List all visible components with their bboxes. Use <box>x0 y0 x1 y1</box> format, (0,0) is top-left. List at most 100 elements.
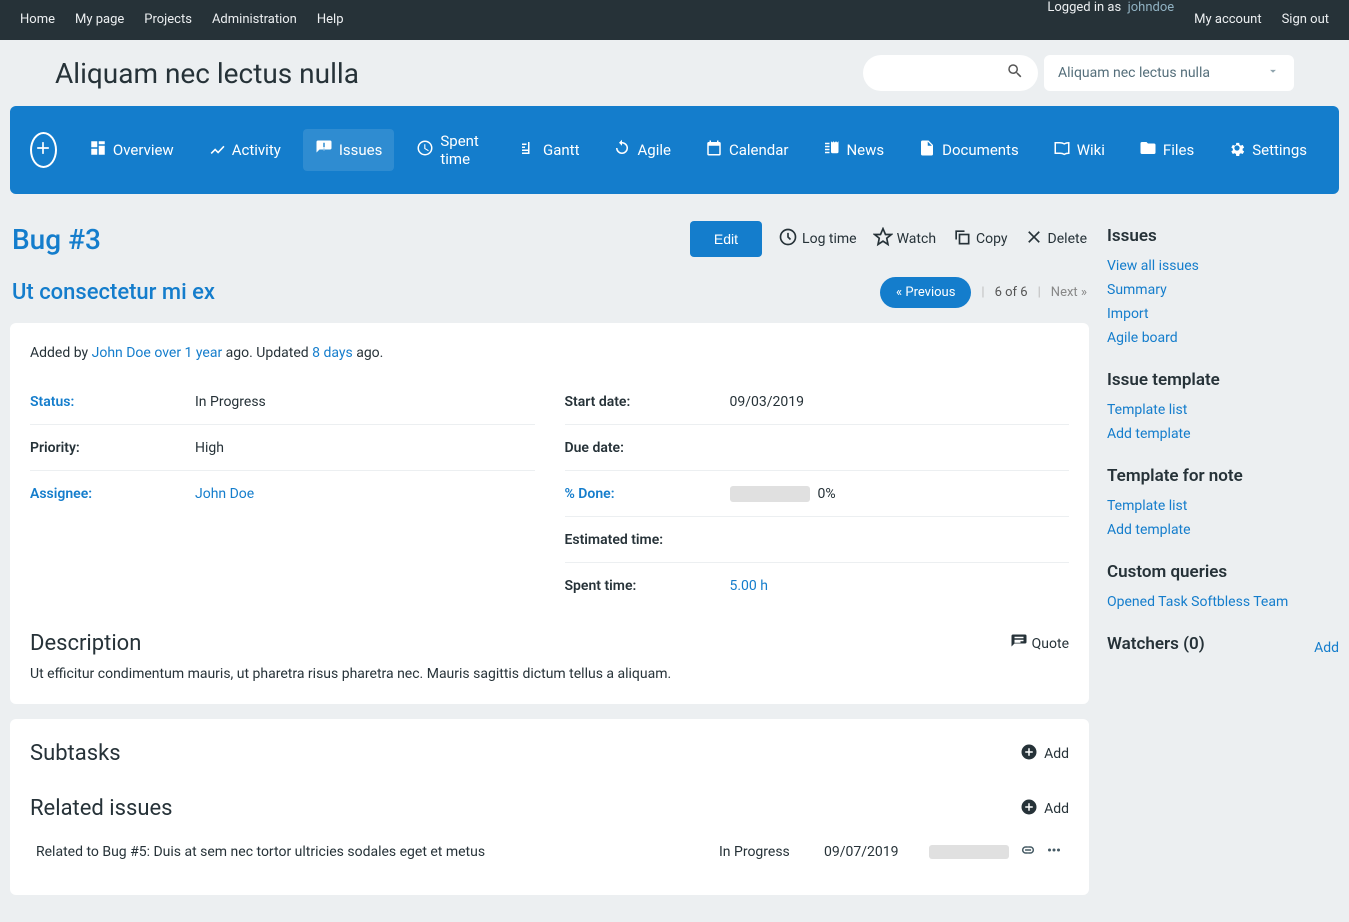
related-issue-status: In Progress <box>719 844 814 860</box>
sidebar-custom-queries-heading: Custom queries <box>1107 562 1339 582</box>
pct-done-label[interactable]: % Done: <box>565 486 730 502</box>
description-heading: Description <box>30 631 141 656</box>
top-nav-left: Home My page Projects Administration Hel… <box>10 0 354 40</box>
sidebar-add-watcher[interactable]: Add <box>1314 636 1339 660</box>
related-issue-row: Related to Bug #5: Duis at sem nec torto… <box>30 831 1069 873</box>
close-icon <box>1024 227 1044 251</box>
related-issue-date: 09/07/2019 <box>824 844 919 860</box>
tab-spent-time[interactable]: Spent time <box>404 122 497 178</box>
sidebar-note-add-template[interactable]: Add template <box>1107 518 1339 542</box>
tab-label: Activity <box>232 141 281 159</box>
nav-home[interactable]: Home <box>10 0 65 40</box>
activity-icon <box>208 139 226 161</box>
sidebar-custom-query-0[interactable]: Opened Task Softbless Team <box>1107 590 1339 614</box>
link-icon[interactable] <box>1019 841 1037 863</box>
sidebar-template-heading: Issue template <box>1107 370 1339 390</box>
copy-link[interactable]: Copy <box>952 227 1008 251</box>
spent-time-link[interactable]: 5.00 h <box>730 578 768 594</box>
project-selector[interactable]: Aliquam nec lectus nulla <box>1044 55 1294 91</box>
more-icon[interactable] <box>1045 841 1063 863</box>
sidebar-add-template[interactable]: Add template <box>1107 422 1339 446</box>
nav-my-account[interactable]: My account <box>1184 0 1271 40</box>
progress-bar <box>730 486 810 502</box>
tab-label: Spent time <box>440 132 485 168</box>
logged-in-text: Logged in as johndoe <box>1047 0 1174 40</box>
updated-link[interactable]: 8 days <box>312 345 353 361</box>
sidebar: Issues View all issues Summary Import Ag… <box>1107 206 1339 910</box>
sidebar-agile-board[interactable]: Agile board <box>1107 326 1339 350</box>
tab-overview[interactable]: Overview <box>77 129 186 171</box>
issue-details-card: Added by John Doe over 1 year ago. Updat… <box>10 323 1089 704</box>
search-input[interactable] <box>863 55 1038 91</box>
pagination-separator: | <box>1038 285 1041 300</box>
sidebar-note-template-heading: Template for note <box>1107 466 1339 486</box>
sidebar-view-all-issues[interactable]: View all issues <box>1107 254 1339 278</box>
tab-documents[interactable]: Documents <box>906 129 1031 171</box>
new-item-button[interactable] <box>30 132 57 168</box>
tab-wiki[interactable]: Wiki <box>1041 129 1117 171</box>
next-page-button[interactable]: Next » <box>1051 285 1087 300</box>
prev-page-button[interactable]: « Previous <box>880 277 971 308</box>
watch-link[interactable]: Watch <box>873 227 936 251</box>
sidebar-summary[interactable]: Summary <box>1107 278 1339 302</box>
tab-files[interactable]: Files <box>1127 129 1206 171</box>
subtasks-heading: Subtasks <box>30 741 121 766</box>
tab-label: Overview <box>113 141 174 159</box>
related-issue-title[interactable]: Related to Bug #5: Duis at sem nec torto… <box>36 844 709 860</box>
subtasks-card: Subtasks Add Related issues Add Related … <box>10 719 1089 895</box>
log-time-link[interactable]: Log time <box>778 227 857 251</box>
author-link[interactable]: John Doe <box>92 345 151 361</box>
tab-label: Gantt <box>543 141 579 159</box>
tab-issues[interactable]: Issues <box>303 129 395 171</box>
tab-calendar[interactable]: Calendar <box>693 129 801 171</box>
nav-sign-out[interactable]: Sign out <box>1272 0 1339 40</box>
status-label[interactable]: Status: <box>30 394 195 410</box>
tab-agile[interactable]: Agile <box>601 129 682 171</box>
quote-button[interactable]: Quote <box>1010 633 1069 655</box>
pagination-separator: | <box>981 285 984 300</box>
nav-mypage[interactable]: My page <box>65 0 134 40</box>
sidebar-template-list[interactable]: Template list <box>1107 398 1339 422</box>
tab-news[interactable]: News <box>810 129 896 171</box>
edit-button[interactable]: Edit <box>690 221 762 257</box>
tab-activity[interactable]: Activity <box>196 129 293 171</box>
assignee-label[interactable]: Assignee: <box>30 486 195 502</box>
assignee-link[interactable]: John Doe <box>195 486 254 502</box>
dashboard-icon <box>89 139 107 161</box>
add-circle-icon <box>1020 798 1038 820</box>
issue-subject: Ut consectetur mi ex <box>12 280 215 305</box>
created-link[interactable]: over 1 year <box>154 345 222 361</box>
nav-admin[interactable]: Administration <box>202 0 307 40</box>
folder-icon <box>1139 139 1157 161</box>
delete-link[interactable]: Delete <box>1024 227 1087 251</box>
nav-help[interactable]: Help <box>307 0 354 40</box>
tab-label: Wiki <box>1077 141 1105 159</box>
tab-gantt[interactable]: Gantt <box>507 129 591 171</box>
tab-label: News <box>846 141 884 159</box>
due-date-label: Due date: <box>565 440 730 456</box>
sidebar-issues-heading: Issues <box>1107 226 1339 246</box>
header-bar: Aliquam nec lectus nulla Aliquam nec lec… <box>0 40 1349 106</box>
tab-settings[interactable]: Settings <box>1216 129 1319 171</box>
sidebar-note-template-list[interactable]: Template list <box>1107 494 1339 518</box>
chevron-down-icon <box>1266 64 1280 82</box>
add-subtask-button[interactable]: Add <box>1020 743 1069 765</box>
agile-icon <box>613 139 631 161</box>
start-date-label: Start date: <box>565 394 730 410</box>
add-related-button[interactable]: Add <box>1020 798 1069 820</box>
top-bar: Home My page Projects Administration Hel… <box>0 0 1349 40</box>
news-icon <box>822 139 840 161</box>
tab-label: Agile <box>637 141 670 159</box>
gear-icon <box>1228 139 1246 161</box>
username-link[interactable]: johndoe <box>1128 0 1175 15</box>
issues-icon <box>315 139 333 161</box>
top-nav-right: Logged in as johndoe My account Sign out <box>1047 0 1339 40</box>
nav-projects[interactable]: Projects <box>134 0 202 40</box>
wiki-icon <box>1053 139 1071 161</box>
star-icon <box>873 227 893 251</box>
tab-label: Issues <box>339 141 383 159</box>
sidebar-import[interactable]: Import <box>1107 302 1339 326</box>
pagination: « Previous | 6 of 6 | Next » <box>880 277 1087 308</box>
plus-icon <box>33 138 53 162</box>
project-selector-label: Aliquam nec lectus nulla <box>1058 65 1210 81</box>
